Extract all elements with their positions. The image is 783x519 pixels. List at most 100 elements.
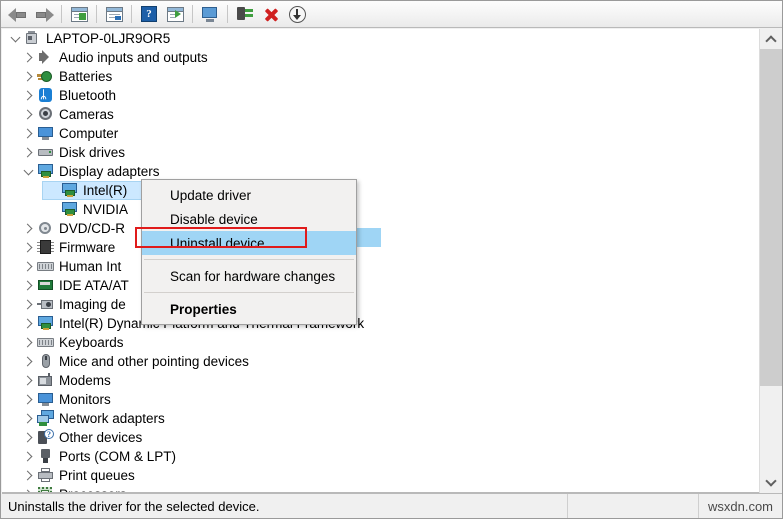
tree-node-label: Keyboards <box>59 335 124 350</box>
chevron-right-icon <box>22 432 33 443</box>
expand-toggle[interactable] <box>20 48 37 67</box>
expand-toggle[interactable] <box>44 200 61 219</box>
tree-node[interactable]: Audio inputs and outputs <box>2 48 759 67</box>
tree-node[interactable]: Print queues <box>2 466 759 485</box>
tree-node-label: Network adapters <box>59 411 165 426</box>
expand-toggle[interactable] <box>20 162 37 181</box>
expand-toggle[interactable] <box>20 371 37 390</box>
update-driver-button[interactable] <box>162 2 188 26</box>
expand-toggle[interactable] <box>20 428 37 447</box>
context-menu[interactable]: Update driver Disable device Uninstall dev… <box>141 179 357 325</box>
tree-node[interactable]: Ports (COM & LPT) <box>2 447 759 466</box>
scrollbar-thumb[interactable] <box>760 49 782 386</box>
expand-toggle[interactable] <box>20 485 37 492</box>
tree-node[interactable]: Mice and other pointing devices <box>2 352 759 371</box>
expand-toggle[interactable] <box>20 390 37 409</box>
tree-node-label: Batteries <box>59 69 113 84</box>
status-bar: Uninstalls the driver for the selected d… <box>2 493 782 518</box>
chevron-right-icon <box>22 71 33 82</box>
tree-node[interactable]: Computer <box>2 124 759 143</box>
help-button[interactable]: ? <box>136 2 162 26</box>
hid-keyboard-icon <box>37 258 54 275</box>
menu-item[interactable]: Disable device <box>142 207 356 231</box>
tree-node[interactable]: Intel(R) <box>2 181 759 200</box>
chevron-down-icon <box>10 32 21 42</box>
scroll-down-button[interactable] <box>760 473 782 493</box>
expand-toggle[interactable] <box>20 86 37 105</box>
tree-node[interactable]: Processors <box>2 485 759 492</box>
tree-node[interactable]: Network adapters <box>2 409 759 428</box>
disable-device-button[interactable] <box>284 2 310 26</box>
tree-node[interactable]: Modems <box>2 371 759 390</box>
expand-toggle[interactable] <box>20 238 37 257</box>
expand-toggle[interactable] <box>20 124 37 143</box>
chevron-down-icon <box>765 475 777 487</box>
chevron-right-icon <box>22 451 33 462</box>
tree-node-label: Bluetooth <box>59 88 117 103</box>
expand-toggle[interactable] <box>7 29 24 48</box>
expand-toggle[interactable] <box>20 257 37 276</box>
tree-node[interactable]: Intel(R) Dynamic Platform and Thermal Fr… <box>2 314 759 333</box>
expand-toggle[interactable] <box>20 447 37 466</box>
expand-toggle[interactable] <box>20 333 37 352</box>
tree-node[interactable]: ᛦ Bluetooth <box>2 86 759 105</box>
uninstall-device-button[interactable] <box>258 2 284 26</box>
expand-toggle[interactable] <box>20 105 37 124</box>
expand-toggle[interactable] <box>20 352 37 371</box>
tree-node[interactable]: Keyboards <box>2 333 759 352</box>
scan-hardware-changes-button[interactable] <box>197 2 223 26</box>
keyboard-icon <box>37 334 54 351</box>
scroll-up-button[interactable] <box>760 29 782 49</box>
toolbar-separator <box>131 5 132 23</box>
tree-node-label: Audio inputs and outputs <box>59 50 208 65</box>
tree-node[interactable]: Disk drives <box>2 143 759 162</box>
tree-node[interactable]: ? Other devices <box>2 428 759 447</box>
expand-toggle[interactable] <box>20 466 37 485</box>
down-arrow-circle-icon <box>288 5 306 23</box>
expand-toggle[interactable] <box>20 219 37 238</box>
tree-node-label: Imaging de <box>59 297 126 312</box>
chevron-right-icon <box>22 413 33 424</box>
expand-toggle[interactable] <box>20 67 37 86</box>
port-icon <box>37 448 54 465</box>
tree-node[interactable]: Human Int <box>2 257 759 276</box>
menu-highlight-overflow <box>357 228 381 247</box>
display-adapter-icon <box>37 315 54 332</box>
back-button[interactable] <box>5 2 31 26</box>
status-message: Uninstalls the driver for the selected d… <box>2 493 568 518</box>
tree-node-label: Cameras <box>59 107 114 122</box>
status-panel-spacer <box>568 493 699 518</box>
expand-toggle[interactable] <box>20 295 37 314</box>
expand-toggle[interactable] <box>20 314 37 333</box>
menu-item[interactable]: Properties <box>142 297 356 321</box>
device-tree[interactable]: LAPTOP-0LJR9OR5 Audio inputs and outputs B… <box>2 29 759 492</box>
menu-separator <box>144 259 354 260</box>
toolbar-separator <box>61 5 62 23</box>
properties-button[interactable] <box>101 2 127 26</box>
tree-node[interactable]: NVIDIA <box>2 200 759 219</box>
menu-item[interactable]: Update driver <box>142 183 356 207</box>
tree-node-label: Monitors <box>59 392 111 407</box>
bluetooth-icon: ᛦ <box>37 87 54 104</box>
expand-toggle[interactable] <box>20 409 37 428</box>
tree-node-label: DVD/CD-R <box>59 221 125 236</box>
tree-node[interactable]: Cameras <box>2 105 759 124</box>
help-question-icon: ? <box>141 6 157 22</box>
tree-node[interactable]: Monitors <box>2 390 759 409</box>
expand-toggle[interactable] <box>20 143 37 162</box>
tree-node[interactable]: Imaging de <box>2 295 759 314</box>
vertical-scrollbar[interactable] <box>759 29 782 493</box>
tree-node[interactable]: Display adapters <box>2 162 759 181</box>
monitor-icon <box>37 391 54 408</box>
forward-button[interactable] <box>31 2 57 26</box>
tree-node-root[interactable]: LAPTOP-0LJR9OR5 <box>2 29 759 48</box>
tree-node[interactable]: IDE ATA/AT <box>2 276 759 295</box>
expand-toggle[interactable] <box>20 276 37 295</box>
tree-node[interactable]: Batteries <box>2 67 759 86</box>
menu-item[interactable]: Uninstall device <box>142 231 356 255</box>
menu-item[interactable]: Scan for hardware changes <box>142 264 356 288</box>
speaker-icon <box>37 49 54 66</box>
enable-device-button[interactable] <box>232 2 258 26</box>
enable-device-icon <box>237 6 253 22</box>
show-hide-console-tree-button[interactable] <box>66 2 92 26</box>
